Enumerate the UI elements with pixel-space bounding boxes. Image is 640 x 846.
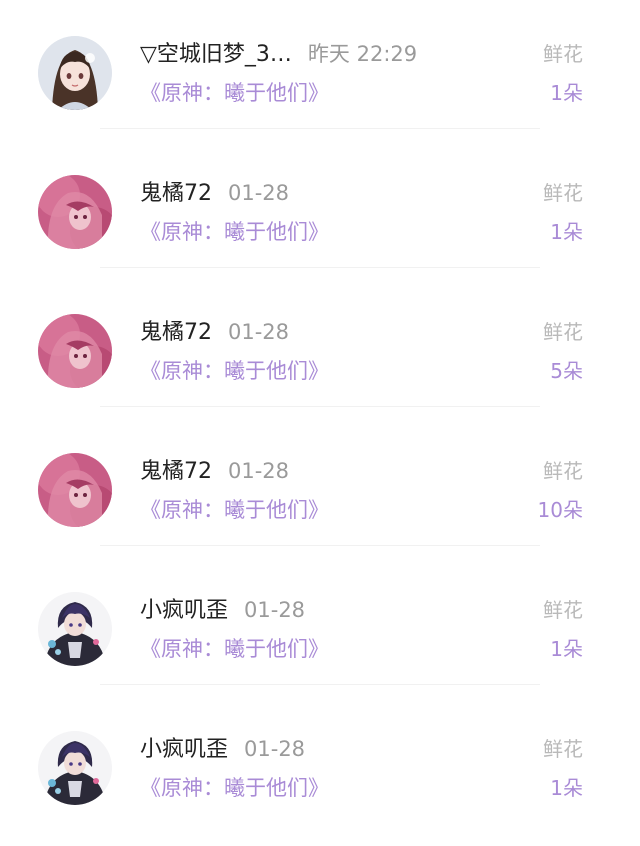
avatar[interactable] [38, 36, 112, 110]
username[interactable]: ▽空城旧梦_3… [140, 42, 292, 67]
list-item[interactable]: 鬼橘72 01-28 《原神：曦于他们》 鲜花 1朵 [0, 139, 640, 278]
anime-dark-hair-boy-avatar-icon [38, 592, 112, 666]
divider [100, 406, 540, 407]
user-info: 鬼橘72 01-28 [140, 455, 289, 487]
timestamp: 01-28 [244, 598, 306, 622]
timestamp: 昨天 22:29 [307, 42, 418, 66]
timestamp: 01-28 [228, 181, 290, 205]
username[interactable]: 小疯叽歪 [140, 737, 228, 762]
user-info: ▽空城旧梦_3… 昨天 22:29 [140, 38, 417, 70]
list-item[interactable]: 鬼橘72 01-28 《原神：曦于他们》 鲜花 10朵 [0, 417, 640, 556]
list-item[interactable]: 鬼橘72 01-28 《原神：曦于他们》 鲜花 5朵 [0, 278, 640, 417]
list-item[interactable]: 小疯叽歪 01-28 《原神：曦于他们》 鲜花 1朵 [0, 556, 640, 695]
user-info: 鬼橘72 01-28 [140, 177, 289, 209]
gift-count: 1朵 [550, 637, 583, 661]
gift-type-label: 鲜花 [543, 459, 583, 483]
anime-pink-hair-avatar-icon [38, 453, 112, 527]
timestamp: 01-28 [244, 737, 306, 761]
book-title-link[interactable]: 《原神：曦于他们》 [140, 494, 329, 526]
username[interactable]: 鬼橘72 [140, 320, 212, 345]
list-item[interactable]: ▽空城旧梦_3… 昨天 22:29 《原神：曦于他们》 鲜花 1朵 [0, 0, 640, 139]
anime-dark-hair-boy-avatar-icon [38, 731, 112, 805]
gift-count: 1朵 [550, 81, 583, 105]
book-title-link[interactable]: 《原神：曦于他们》 [140, 77, 329, 109]
divider [100, 545, 540, 546]
anime-pink-hair-avatar-icon [38, 175, 112, 249]
gift-record-list: ▽空城旧梦_3… 昨天 22:29 《原神：曦于他们》 鲜花 1朵 鬼橘72 01-… [0, 0, 640, 846]
gift-type-label: 鲜花 [543, 737, 583, 761]
gift-count: 1朵 [550, 220, 583, 244]
user-info: 鬼橘72 01-28 [140, 316, 289, 348]
avatar[interactable] [38, 453, 112, 527]
avatar[interactable] [38, 592, 112, 666]
username[interactable]: 鬼橘72 [140, 181, 212, 206]
user-info: 小疯叽歪 01-28 [140, 594, 305, 626]
avatar[interactable] [38, 731, 112, 805]
list-item[interactable]: 小疯叽歪 01-28 《原神：曦于他们》 鲜花 1朵 [0, 695, 640, 834]
gift-type-label: 鲜花 [543, 42, 583, 66]
gift-type-label: 鲜花 [543, 320, 583, 344]
divider [100, 684, 540, 685]
timestamp: 01-28 [228, 320, 290, 344]
anime-girl-avatar-icon [38, 36, 112, 110]
gift-type-label: 鲜花 [543, 181, 583, 205]
username[interactable]: 小疯叽歪 [140, 598, 228, 623]
book-title-link[interactable]: 《原神：曦于他们》 [140, 355, 329, 387]
gift-count: 1朵 [550, 776, 583, 800]
book-title-link[interactable]: 《原神：曦于他们》 [140, 772, 329, 804]
book-title-link[interactable]: 《原神：曦于他们》 [140, 633, 329, 665]
gift-type-label: 鲜花 [543, 598, 583, 622]
timestamp: 01-28 [228, 459, 290, 483]
avatar[interactable] [38, 314, 112, 388]
username[interactable]: 鬼橘72 [140, 459, 212, 484]
user-info: 小疯叽歪 01-28 [140, 733, 305, 765]
gift-count: 5朵 [550, 359, 583, 383]
book-title-link[interactable]: 《原神：曦于他们》 [140, 216, 329, 248]
avatar[interactable] [38, 175, 112, 249]
divider [100, 128, 540, 129]
divider [100, 267, 540, 268]
anime-pink-hair-avatar-icon [38, 314, 112, 388]
gift-count: 10朵 [537, 498, 583, 522]
